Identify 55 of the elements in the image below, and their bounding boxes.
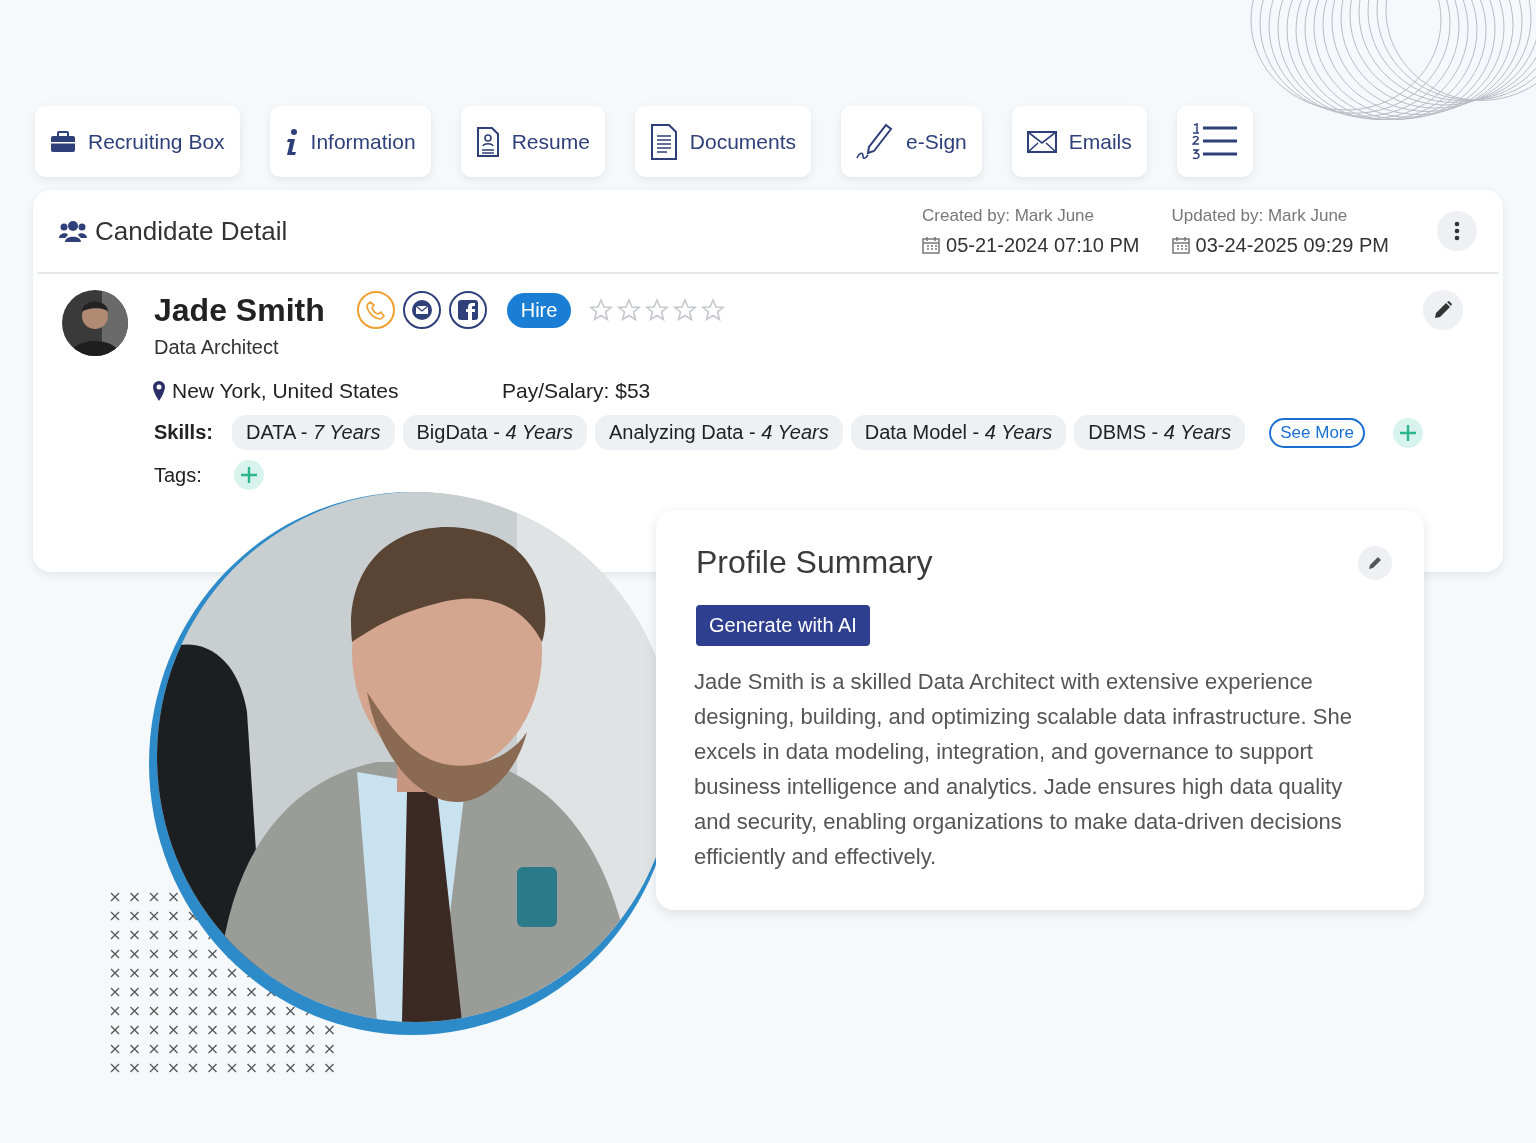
- email-button[interactable]: [402, 291, 441, 329]
- add-tag-button[interactable]: [234, 460, 264, 490]
- see-more-button[interactable]: See More: [1269, 417, 1365, 448]
- numbered-list-icon: [1191, 122, 1238, 161]
- summary-text: Jade Smith is a skilled Data Architect with extensive experience designing, building, and optimizing scalable data infrastructure. She excels in data modeling, integration, and governance to support business intelligence and analytics. Jade ensures high data quality and security, enabling organizations to make data-driven decisions efficiently and effectively.: [694, 668, 1353, 871]
- edit-button[interactable]: [1358, 545, 1392, 580]
- skill-tag: DBMS - 4 Years: [1074, 415, 1246, 450]
- pen-icon: [856, 122, 895, 161]
- tags-label: Tags:: [154, 463, 203, 487]
- info-icon: [284, 127, 299, 156]
- plus-icon: [1398, 423, 1417, 442]
- document-icon: [649, 123, 678, 160]
- list-button[interactable]: [1176, 106, 1253, 177]
- kebab-icon: [1454, 221, 1460, 241]
- calendar-icon: [1171, 236, 1190, 254]
- pencil-icon: [1367, 554, 1383, 571]
- pay-text: Pay/Salary: $53: [502, 379, 651, 403]
- created-by-text: Created by: Mark June: [922, 205, 1096, 226]
- status-badge: Hire: [506, 292, 572, 328]
- resume-icon: [475, 126, 500, 157]
- tab[interactable]: e-Sign: [841, 106, 982, 177]
- updated-by-text: Updated by: Mark June: [1171, 205, 1349, 226]
- phone-icon: [365, 300, 386, 320]
- card-title: Candidate Detail: [95, 215, 289, 247]
- plus-icon: [240, 466, 258, 484]
- location-pin-icon: [152, 380, 166, 402]
- pencil-icon: [1433, 300, 1453, 320]
- location-text: New York, United States: [172, 379, 400, 403]
- envelope-icon: [1026, 130, 1057, 153]
- facebook-button[interactable]: [448, 291, 487, 329]
- job-title: Data Architect: [154, 336, 280, 359]
- envelope-icon: [411, 300, 432, 320]
- tab[interactable]: Recruiting Box: [35, 106, 240, 177]
- calendar-icon: [922, 236, 941, 254]
- tab[interactable]: Information: [269, 106, 431, 177]
- candidate-name: Jade Smith: [154, 291, 325, 329]
- add-skill-button[interactable]: [1392, 417, 1423, 448]
- date-text: 03-24-2025 09:29 PM: [1195, 233, 1389, 257]
- facebook-icon: [456, 299, 479, 321]
- skills-label: Skills:: [154, 421, 214, 444]
- briefcase-icon: [50, 130, 76, 153]
- generate-ai-button[interactable]: Generate with AI: [696, 605, 870, 646]
- skill-tag: DATA - 7 Years: [232, 415, 395, 450]
- date-text: 05-21-2024 07:10 PM: [946, 233, 1140, 257]
- skill-tag: BigData - 4 Years: [402, 415, 587, 450]
- star-rating[interactable]: [589, 298, 726, 322]
- users-icon: [59, 220, 87, 242]
- edit-button[interactable]: [1423, 290, 1463, 330]
- skill-tag: Analyzing Data - 4 Years: [594, 415, 843, 450]
- tab[interactable]: Documents: [634, 106, 812, 177]
- tab[interactable]: Emails: [1011, 106, 1147, 177]
- summary-title: Profile Summary: [696, 544, 933, 581]
- skill-tag: Data Model - 4 Years: [850, 415, 1067, 450]
- tab[interactable]: Resume: [460, 106, 605, 177]
- more-button[interactable]: [1437, 211, 1477, 251]
